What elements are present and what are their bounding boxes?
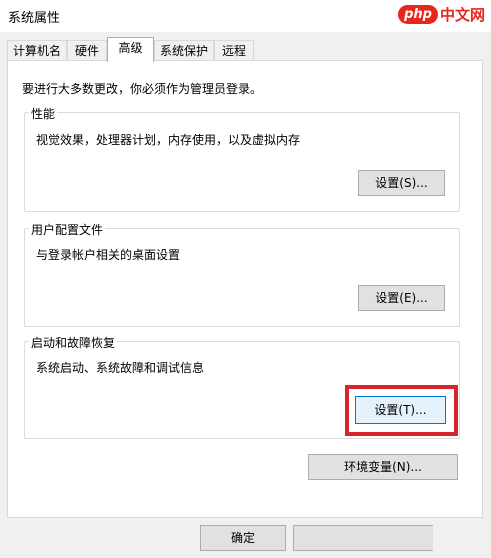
- ok-button[interactable]: 确定: [200, 525, 286, 551]
- user-profiles-description: 与登录帐户相关的桌面设置: [36, 248, 181, 262]
- watermark-text: 中文网: [439, 6, 485, 24]
- performance-group: [24, 112, 460, 212]
- performance-description: 视觉效果，处理器计划，内存使用，以及虚拟内存: [36, 133, 301, 147]
- tab-system-protection[interactable]: 系统保护: [154, 40, 214, 61]
- watermark: php 中文网: [398, 4, 485, 25]
- window-title: 系统属性: [8, 11, 61, 26]
- watermark-logo: php: [398, 5, 438, 24]
- startup-recovery-description: 系统启动、系统故障和调试信息: [36, 361, 205, 375]
- tab-hardware[interactable]: 硬件: [67, 40, 107, 61]
- startup-recovery-legend: 启动和故障恢复: [29, 334, 118, 351]
- performance-legend: 性能: [29, 105, 58, 122]
- user-profiles-settings-button[interactable]: 设置(E)...: [358, 285, 445, 311]
- performance-settings-button[interactable]: 设置(S)...: [358, 170, 445, 196]
- tab-remote[interactable]: 远程: [214, 40, 254, 61]
- tab-computer-name[interactable]: 计算机名: [7, 40, 67, 61]
- tab-advanced[interactable]: 高级: [107, 37, 154, 62]
- user-profiles-group: [24, 228, 460, 327]
- user-profiles-legend: 用户配置文件: [29, 221, 106, 238]
- title-bar: 系统属性 php 中文网: [0, 0, 491, 32]
- highlight-box: [345, 385, 458, 436]
- environment-variables-button[interactable]: 环境变量(N)...: [308, 454, 458, 480]
- cancel-button[interactable]: [293, 525, 433, 551]
- admin-notice: 要进行大多数更改，你必须作为管理员登录。: [22, 82, 263, 96]
